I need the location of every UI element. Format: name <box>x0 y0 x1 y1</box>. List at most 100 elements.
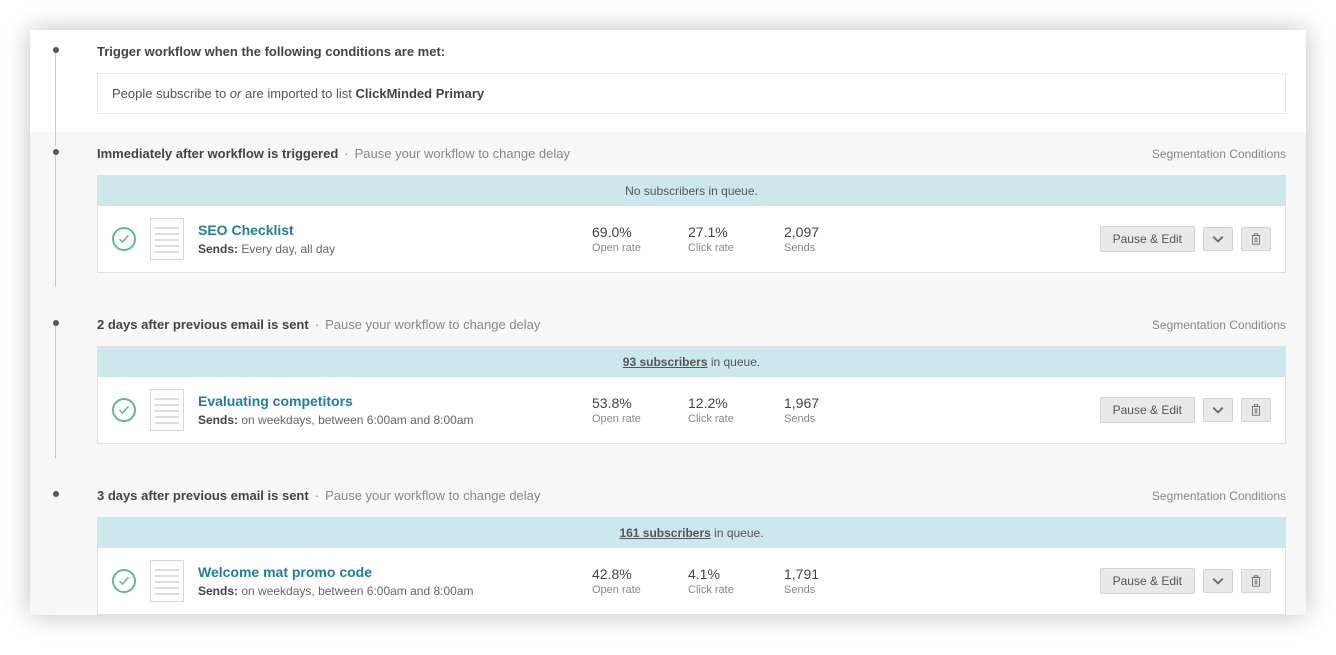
email-schedule: on weekdays, between 6:00am and 8:00am <box>241 413 473 427</box>
click-rate-value: 4.1% <box>688 566 748 582</box>
dot-separator: · <box>315 317 319 332</box>
trigger-cond-or: or <box>230 86 242 101</box>
workflow-step: Immediately after workflow is triggered … <box>30 132 1306 273</box>
queue-bar: 93 subscribers in queue. <box>98 347 1285 377</box>
trigger-cond-prefix: People subscribe to <box>112 86 230 101</box>
check-icon <box>118 575 130 587</box>
email-actions: Pause & Edit <box>1100 568 1271 594</box>
email-schedule: on weekdays, between 6:00am and 8:00am <box>241 584 473 598</box>
sends-prefix: Sends: <box>198 584 238 598</box>
step-header: 3 days after previous email is sent · Pa… <box>50 474 1296 517</box>
sends-value: 2,097 <box>784 224 844 240</box>
open-rate-label: Open rate <box>592 584 652 596</box>
open-rate-value: 42.8% <box>592 566 652 582</box>
email-thumbnail[interactable] <box>150 389 184 431</box>
open-rate-value: 69.0% <box>592 224 652 240</box>
pause-edit-button[interactable]: Pause & Edit <box>1100 226 1195 252</box>
pause-hint: Pause your workflow to change delay <box>325 488 540 503</box>
email-title[interactable]: Evaluating competitors <box>198 393 578 409</box>
email-card: 161 subscribers in queue. Welcome mat pr… <box>97 517 1286 615</box>
sends-value: 1,967 <box>784 395 844 411</box>
dot-separator: · <box>315 488 319 503</box>
queue-subscribers-link[interactable]: 161 subscribers <box>619 526 710 540</box>
workflow-step: 2 days after previous email is sent · Pa… <box>30 303 1306 444</box>
click-rate-value: 27.1% <box>688 224 748 240</box>
actions-dropdown-button[interactable] <box>1203 569 1233 593</box>
open-rate-label: Open rate <box>592 242 652 254</box>
trigger-header: Trigger workflow when the following cond… <box>50 30 1296 73</box>
segmentation-conditions-link[interactable]: Segmentation Conditions <box>1152 489 1286 503</box>
dot-separator: · <box>344 146 348 161</box>
timeline-bullet <box>53 47 59 53</box>
sends-value: 1,791 <box>784 566 844 582</box>
email-stats: 42.8% Open rate 4.1% Click rate 1,791 Sends <box>592 566 844 596</box>
timeline-line <box>55 326 56 458</box>
delete-button[interactable] <box>1241 569 1271 593</box>
email-thumbnail[interactable] <box>150 560 184 602</box>
email-stats: 69.0% Open rate 27.1% Click rate 2,097 Send… <box>592 224 844 254</box>
workflow-editor: Trigger workflow when the following cond… <box>30 30 1306 615</box>
step-timing: Immediately after workflow is triggered <box>97 146 338 161</box>
sends-count-label: Sends <box>784 413 844 425</box>
sends-prefix: Sends: <box>198 242 238 256</box>
trash-icon <box>1250 233 1262 245</box>
check-icon <box>118 233 130 245</box>
queue-subscribers-link[interactable]: 93 subscribers <box>623 355 708 369</box>
queue-bar: 161 subscribers in queue. <box>98 518 1285 548</box>
queue-text: No subscribers in queue. <box>625 184 758 198</box>
delete-button[interactable] <box>1241 398 1271 422</box>
trash-icon <box>1250 575 1262 587</box>
email-card: 93 subscribers in queue. Evaluating comp… <box>97 346 1286 444</box>
email-title[interactable]: Welcome mat promo code <box>198 564 578 580</box>
pause-edit-button[interactable]: Pause & Edit <box>1100 397 1195 423</box>
status-sent-icon <box>112 398 136 422</box>
step-header: 2 days after previous email is sent · Pa… <box>50 303 1296 346</box>
email-info: Welcome mat promo code Sends: on weekday… <box>198 564 578 598</box>
pause-hint: Pause your workflow to change delay <box>355 146 570 161</box>
trigger-condition[interactable]: People subscribe to or are imported to l… <box>97 73 1286 114</box>
check-icon <box>118 404 130 416</box>
status-sent-icon <box>112 227 136 251</box>
click-rate-value: 12.2% <box>688 395 748 411</box>
click-rate-label: Click rate <box>688 242 748 254</box>
timeline-bullet <box>53 491 59 497</box>
delete-button[interactable] <box>1241 227 1271 251</box>
segmentation-conditions-link[interactable]: Segmentation Conditions <box>1152 147 1286 161</box>
step-timing: 2 days after previous email is sent <box>97 317 309 332</box>
queue-suffix: in queue. <box>711 526 764 540</box>
email-info: SEO Checklist Sends: Every day, all day <box>198 222 578 256</box>
email-card: No subscribers in queue. SEO Checklist S… <box>97 175 1286 273</box>
email-actions: Pause & Edit <box>1100 226 1271 252</box>
open-rate-value: 53.8% <box>592 395 652 411</box>
chevron-down-icon <box>1212 233 1224 245</box>
timeline-bullet <box>53 320 59 326</box>
pause-hint: Pause your workflow to change delay <box>325 317 540 332</box>
queue-bar: No subscribers in queue. <box>98 176 1285 206</box>
open-rate-label: Open rate <box>592 413 652 425</box>
email-title[interactable]: SEO Checklist <box>198 222 578 238</box>
segmentation-conditions-link[interactable]: Segmentation Conditions <box>1152 318 1286 332</box>
pause-edit-button[interactable]: Pause & Edit <box>1100 568 1195 594</box>
chevron-down-icon <box>1212 404 1224 416</box>
email-actions: Pause & Edit <box>1100 397 1271 423</box>
sends-count-label: Sends <box>784 584 844 596</box>
email-thumbnail[interactable] <box>150 218 184 260</box>
sends-count-label: Sends <box>784 242 844 254</box>
chevron-down-icon <box>1212 575 1224 587</box>
step-timing: 3 days after previous email is sent <box>97 488 309 503</box>
trigger-heading: Trigger workflow when the following cond… <box>97 44 445 59</box>
timeline-line <box>55 155 56 287</box>
click-rate-label: Click rate <box>688 413 748 425</box>
status-sent-icon <box>112 569 136 593</box>
trigger-section: Trigger workflow when the following cond… <box>30 30 1306 132</box>
queue-suffix: in queue. <box>708 355 761 369</box>
email-stats: 53.8% Open rate 12.2% Click rate 1,967 Send… <box>592 395 844 425</box>
actions-dropdown-button[interactable] <box>1203 227 1233 251</box>
click-rate-label: Click rate <box>688 584 748 596</box>
trigger-cond-list: ClickMinded Primary <box>356 86 485 101</box>
actions-dropdown-button[interactable] <box>1203 398 1233 422</box>
trigger-cond-mid: are imported to list <box>241 86 355 101</box>
email-schedule: Every day, all day <box>241 242 335 256</box>
step-header: Immediately after workflow is triggered … <box>50 132 1296 175</box>
sends-prefix: Sends: <box>198 413 238 427</box>
